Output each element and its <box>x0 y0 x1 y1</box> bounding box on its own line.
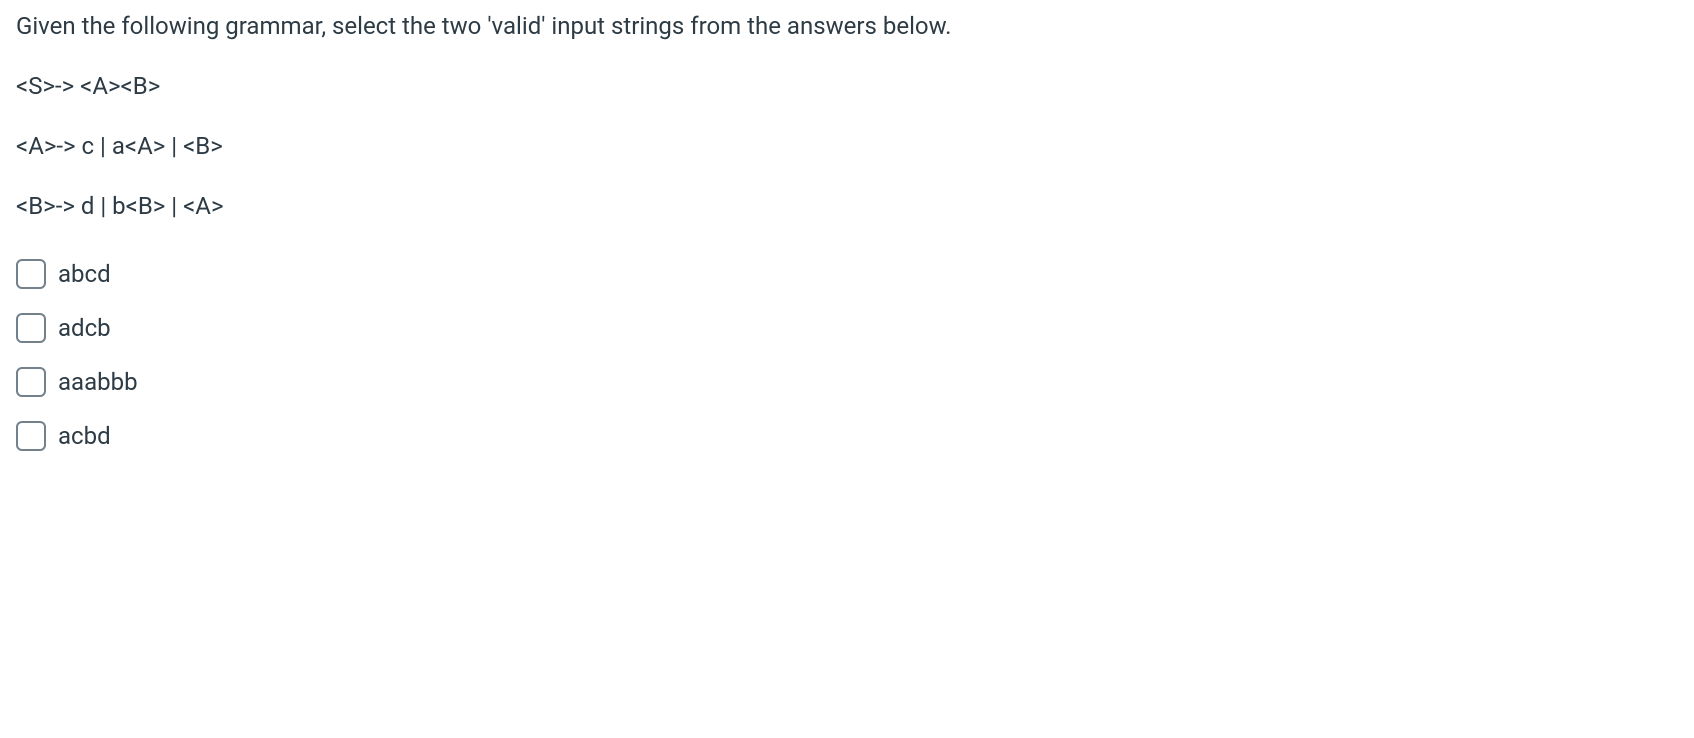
option-label[interactable]: aaabbb <box>58 364 138 400</box>
checkbox-option-3[interactable] <box>16 421 46 451</box>
option-label[interactable]: adcb <box>58 310 111 346</box>
option-label[interactable]: abcd <box>58 256 111 292</box>
option-item: abcd <box>16 256 1678 292</box>
option-label[interactable]: acbd <box>58 418 111 454</box>
grammar-rule-a: <A>-> c | a<A> | <B> <box>16 128 1678 164</box>
grammar-rule-s: <S>-> <A><B> <box>16 68 1678 104</box>
checkbox-option-1[interactable] <box>16 313 46 343</box>
option-item: acbd <box>16 418 1678 454</box>
option-item: aaabbb <box>16 364 1678 400</box>
grammar-rule-b: <B>-> d | b<B> | <A> <box>16 188 1678 224</box>
checkbox-option-2[interactable] <box>16 367 46 397</box>
question-prompt: Given the following grammar, select the … <box>16 8 1678 44</box>
option-item: adcb <box>16 310 1678 346</box>
options-group: abcd adcb aaabbb acbd <box>16 256 1678 454</box>
checkbox-option-0[interactable] <box>16 259 46 289</box>
